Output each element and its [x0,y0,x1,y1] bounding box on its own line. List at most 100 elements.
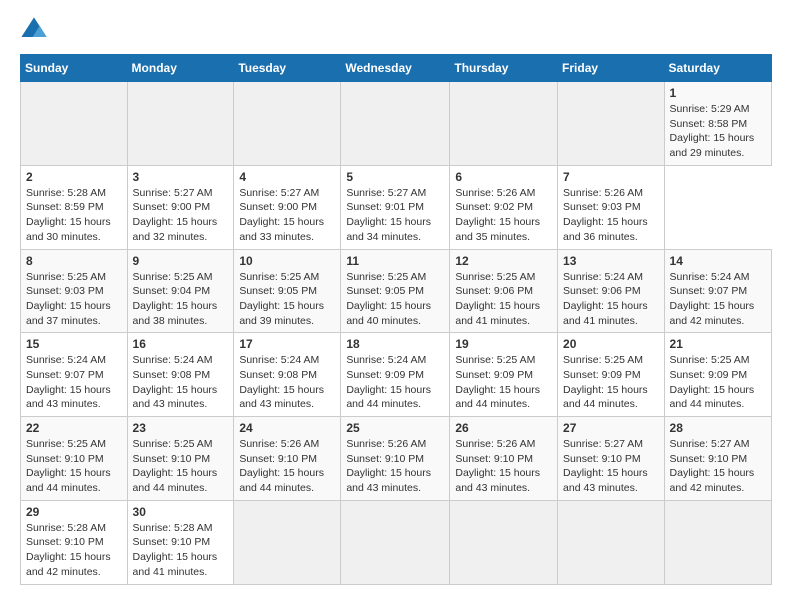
day-info: Sunrise: 5:28 AMSunset: 9:10 PMDaylight:… [26,522,111,578]
calendar-cell: 7Sunrise: 5:26 AMSunset: 9:03 PMDaylight… [558,165,665,249]
day-number: 14 [670,254,766,268]
day-number: 1 [670,86,766,100]
calendar-cell-empty [450,82,558,166]
day-number: 23 [133,421,229,435]
calendar-week-row: 22 Sunrise: 5:25 AMSunset: 9:10 PMDayligh… [21,417,772,501]
day-info: Sunrise: 5:27 AMSunset: 9:00 PMDaylight:… [133,187,218,243]
day-number: 26 [455,421,552,435]
day-number: 17 [239,337,335,351]
day-number: 4 [239,170,335,184]
day-info: Sunrise: 5:27 AMSunset: 9:10 PMDaylight:… [563,438,648,494]
calendar-cell: 10 Sunrise: 5:25 AMSunset: 9:05 PMDayligh… [234,249,341,333]
day-number: 18 [346,337,444,351]
day-info: Sunrise: 5:25 AMSunset: 9:03 PMDaylight:… [26,271,111,327]
calendar-cell: 5 Sunrise: 5:27 AMSunset: 9:01 PMDaylight… [341,165,450,249]
day-number: 29 [26,505,122,519]
calendar-table: SundayMondayTuesdayWednesdayThursdayFrid… [20,54,772,585]
calendar-cell-empty [234,82,341,166]
day-number: 8 [26,254,122,268]
day-number: 15 [26,337,122,351]
calendar-cell: 24Sunrise: 5:26 AMSunset: 9:10 PMDayligh… [234,417,341,501]
day-info: Sunrise: 5:25 AMSunset: 9:09 PMDaylight:… [455,354,540,410]
calendar-cell: 23 Sunrise: 5:25 AMSunset: 9:10 PMDayligh… [127,417,234,501]
calendar-cell: 28Sunrise: 5:27 AMSunset: 9:10 PMDayligh… [664,417,771,501]
day-number: 12 [455,254,552,268]
day-number: 19 [455,337,552,351]
day-info: Sunrise: 5:24 AMSunset: 9:07 PMDaylight:… [670,271,755,327]
day-info: Sunrise: 5:25 AMSunset: 9:05 PMDaylight:… [346,271,431,327]
day-info: Sunrise: 5:24 AMSunset: 9:09 PMDaylight:… [346,354,431,410]
day-number: 24 [239,421,335,435]
calendar-cell: 11 Sunrise: 5:25 AMSunset: 9:05 PMDayligh… [341,249,450,333]
day-number: 10 [239,254,335,268]
calendar-cell: 20 Sunrise: 5:25 AMSunset: 9:09 PMDayligh… [558,333,665,417]
weekday-header-cell: Friday [558,55,665,82]
calendar-cell: 30 Sunrise: 5:28 AMSunset: 9:10 PMDayligh… [127,500,234,584]
day-info: Sunrise: 5:25 AMSunset: 9:06 PMDaylight:… [455,271,540,327]
day-info: Sunrise: 5:25 AMSunset: 9:09 PMDaylight:… [563,354,648,410]
logo [20,16,52,44]
day-info: Sunrise: 5:24 AMSunset: 9:08 PMDaylight:… [239,354,324,410]
calendar-cell-empty [234,500,341,584]
day-info: Sunrise: 5:27 AMSunset: 9:00 PMDaylight:… [239,187,324,243]
day-info: Sunrise: 5:24 AMSunset: 9:06 PMDaylight:… [563,271,648,327]
calendar-cell: 19 Sunrise: 5:25 AMSunset: 9:09 PMDayligh… [450,333,558,417]
day-info: Sunrise: 5:25 AMSunset: 9:05 PMDaylight:… [239,271,324,327]
calendar-cell: 25 Sunrise: 5:26 AMSunset: 9:10 PMDayligh… [341,417,450,501]
day-info: Sunrise: 5:25 AMSunset: 9:10 PMDaylight:… [26,438,111,494]
weekday-header-cell: Monday [127,55,234,82]
day-info: Sunrise: 5:28 AMSunset: 8:59 PMDaylight:… [26,187,111,243]
logo-icon [20,16,48,44]
calendar-cell-empty [341,500,450,584]
day-info: Sunrise: 5:28 AMSunset: 9:10 PMDaylight:… [133,522,218,578]
calendar-cell-empty [558,82,665,166]
day-info: Sunrise: 5:26 AMSunset: 9:03 PMDaylight:… [563,187,648,243]
calendar-cell: 12 Sunrise: 5:25 AMSunset: 9:06 PMDayligh… [450,249,558,333]
day-info: Sunrise: 5:26 AMSunset: 9:02 PMDaylight:… [455,187,540,243]
calendar-week-row: 2Sunrise: 5:28 AMSunset: 8:59 PMDaylight… [21,165,772,249]
day-info: Sunrise: 5:27 AMSunset: 9:01 PMDaylight:… [346,187,431,243]
day-info: Sunrise: 5:26 AMSunset: 9:10 PMDaylight:… [346,438,431,494]
weekday-header-row: SundayMondayTuesdayWednesdayThursdayFrid… [21,55,772,82]
day-number: 20 [563,337,659,351]
calendar-cell-empty [664,500,771,584]
calendar-cell-empty [558,500,665,584]
day-info: Sunrise: 5:25 AMSunset: 9:09 PMDaylight:… [670,354,755,410]
weekday-header-cell: Thursday [450,55,558,82]
weekday-header-cell: Tuesday [234,55,341,82]
day-number: 9 [133,254,229,268]
calendar-cell: 29 Sunrise: 5:28 AMSunset: 9:10 PMDayligh… [21,500,128,584]
day-number: 5 [346,170,444,184]
day-number: 25 [346,421,444,435]
calendar-cell-empty [21,82,128,166]
day-info: Sunrise: 5:25 AMSunset: 9:10 PMDaylight:… [133,438,218,494]
day-info: Sunrise: 5:24 AMSunset: 9:08 PMDaylight:… [133,354,218,410]
calendar-cell: 1 Sunrise: 5:29 AMSunset: 8:58 PMDaylight… [664,82,771,166]
calendar-cell: 22 Sunrise: 5:25 AMSunset: 9:10 PMDayligh… [21,417,128,501]
calendar-cell-empty [127,82,234,166]
header [20,16,772,44]
calendar-week-row: 1 Sunrise: 5:29 AMSunset: 8:58 PMDaylight… [21,82,772,166]
calendar-week-row: 15 Sunrise: 5:24 AMSunset: 9:07 PMDayligh… [21,333,772,417]
day-info: Sunrise: 5:24 AMSunset: 9:07 PMDaylight:… [26,354,111,410]
day-info: Sunrise: 5:25 AMSunset: 9:04 PMDaylight:… [133,271,218,327]
day-number: 11 [346,254,444,268]
calendar-cell-empty [450,500,558,584]
day-info: Sunrise: 5:29 AMSunset: 8:58 PMDaylight:… [670,103,755,159]
day-info: Sunrise: 5:26 AMSunset: 9:10 PMDaylight:… [455,438,540,494]
day-number: 3 [133,170,229,184]
calendar-cell: 21Sunrise: 5:25 AMSunset: 9:09 PMDayligh… [664,333,771,417]
calendar-week-row: 29 Sunrise: 5:28 AMSunset: 9:10 PMDayligh… [21,500,772,584]
calendar-cell: 18 Sunrise: 5:24 AMSunset: 9:09 PMDayligh… [341,333,450,417]
calendar-cell-empty [341,82,450,166]
calendar-cell: 17 Sunrise: 5:24 AMSunset: 9:08 PMDayligh… [234,333,341,417]
calendar-cell: 16Sunrise: 5:24 AMSunset: 9:08 PMDayligh… [127,333,234,417]
weekday-header-cell: Sunday [21,55,128,82]
day-number: 22 [26,421,122,435]
calendar-cell: 8 Sunrise: 5:25 AMSunset: 9:03 PMDaylight… [21,249,128,333]
weekday-header-cell: Saturday [664,55,771,82]
day-number: 30 [133,505,229,519]
calendar-cell: 27Sunrise: 5:27 AMSunset: 9:10 PMDayligh… [558,417,665,501]
calendar-cell: 15 Sunrise: 5:24 AMSunset: 9:07 PMDayligh… [21,333,128,417]
day-number: 28 [670,421,766,435]
